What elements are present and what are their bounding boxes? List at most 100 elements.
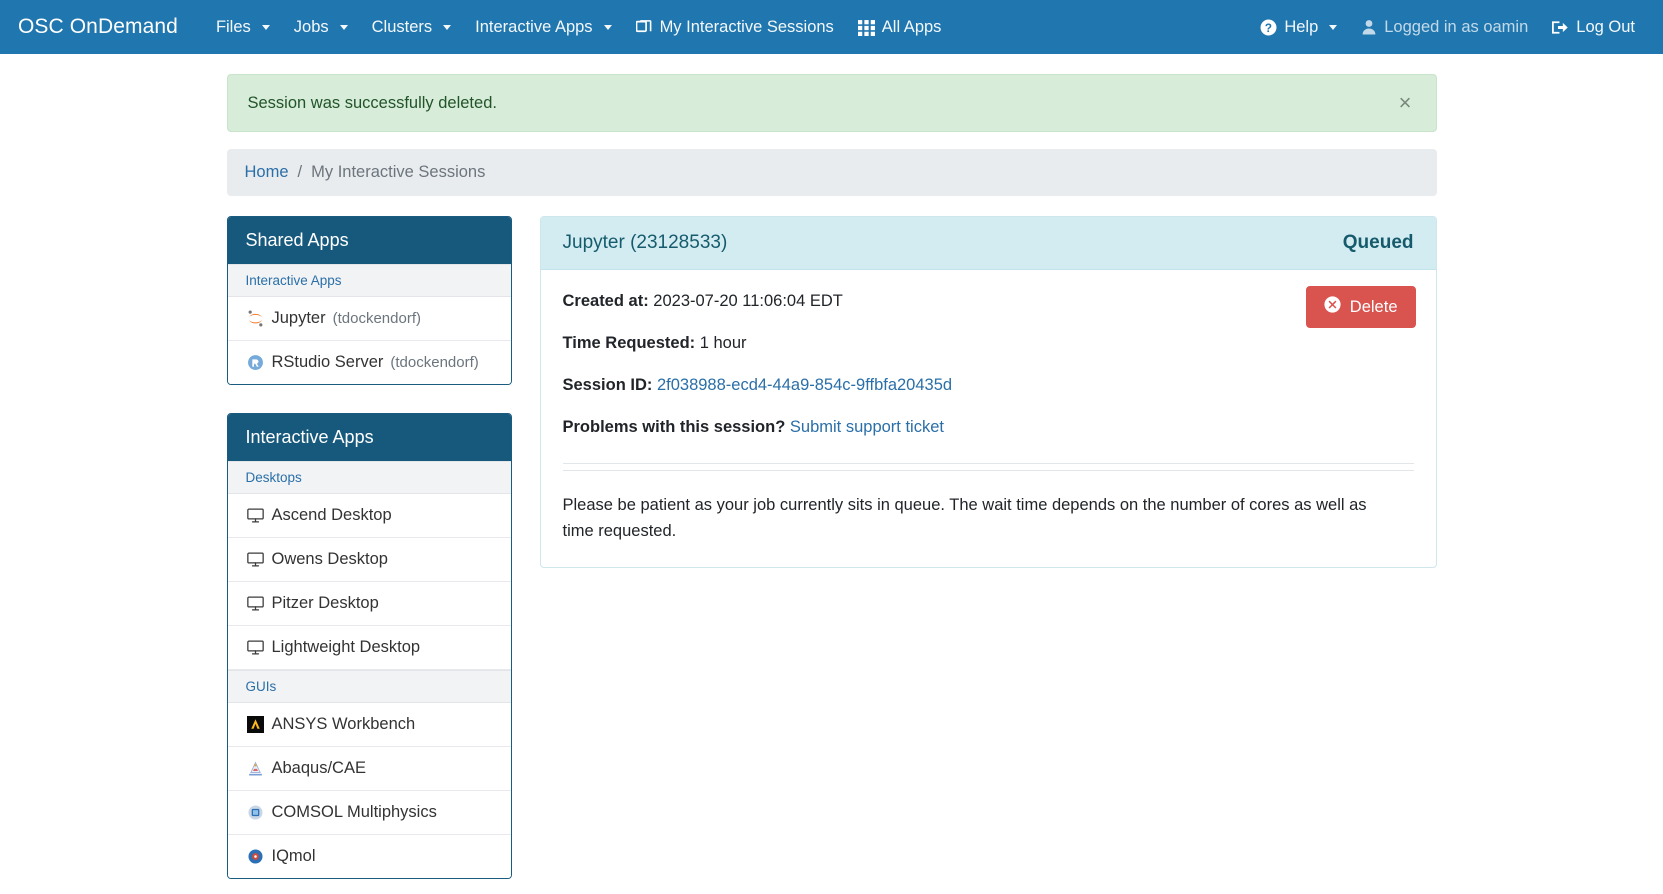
main-content: Jupyter (23128533) Queued Delete Created… bbox=[539, 216, 1437, 894]
chevron-down-icon bbox=[339, 24, 348, 30]
content-row: Shared Apps Interactive Apps Jupyter (td… bbox=[226, 216, 1437, 894]
ansys-icon bbox=[246, 715, 265, 734]
support-row: Problems with this session? Submit suppo… bbox=[563, 416, 1414, 439]
sidebar-item-pitzer-desktop[interactable]: Pitzer Desktop bbox=[227, 582, 511, 626]
sidebar-item-ascend-desktop[interactable]: Ascend Desktop bbox=[227, 494, 511, 538]
nav-item-all-apps[interactable]: All Apps bbox=[846, 10, 954, 45]
session-card-body: Delete Created at: 2023-07-20 11:06:04 E… bbox=[541, 270, 1436, 567]
sidebar-item-owens-desktop[interactable]: Owens Desktop bbox=[227, 538, 511, 582]
session-id-label: Session ID: bbox=[562, 376, 653, 395]
breadcrumb-item-current: My Interactive Sessions bbox=[311, 163, 486, 181]
nav-item-clusters[interactable]: Clusters bbox=[360, 10, 464, 45]
sidebar-owner-rstudio-shared: (tdockendorf) bbox=[390, 354, 479, 371]
success-alert: Session was successfully deleted. × bbox=[226, 74, 1437, 132]
time-requested-row: Time Requested: 1 hour bbox=[563, 332, 1414, 355]
interactive-apps-panel: Interactive Apps Desktops Ascend Desktop bbox=[226, 413, 512, 879]
nav-item-interactive-apps[interactable]: Interactive Apps bbox=[463, 10, 623, 45]
nav-label-logged-in-user: Logged in as oamin bbox=[1384, 17, 1529, 36]
close-circle-icon bbox=[1324, 296, 1341, 318]
sidebar-item-abaqus-cae[interactable]: Abaqus/CAE bbox=[227, 747, 511, 791]
shared-apps-panel: Shared Apps Interactive Apps Jupyter (td… bbox=[226, 216, 512, 385]
created-at-value: 2023-07-20 11:06:04 EDT bbox=[653, 292, 843, 310]
desktop-icon bbox=[246, 638, 265, 657]
interactive-apps-title: Interactive Apps bbox=[227, 414, 511, 461]
sidebar-label-comsol-multiphysics: COMSOL Multiphysics bbox=[271, 803, 437, 821]
page-container: Session was successfully deleted. × Home… bbox=[212, 74, 1452, 894]
sidebar-item-jupyter-shared[interactable]: Jupyter (tdockendorf) bbox=[227, 297, 511, 341]
sidebar-label-pitzer-desktop: Pitzer Desktop bbox=[271, 594, 379, 612]
sidebar-label-iqmol: IQmol bbox=[271, 847, 316, 865]
nav-item-help[interactable]: ? Help bbox=[1248, 10, 1349, 45]
breadcrumb-separator: / bbox=[297, 163, 303, 181]
sidebar-label-abaqus-cae: Abaqus/CAE bbox=[271, 759, 366, 777]
chevron-down-icon bbox=[443, 24, 452, 30]
delete-button[interactable]: Delete bbox=[1305, 286, 1416, 328]
chevron-down-icon bbox=[261, 24, 270, 30]
chevron-down-icon bbox=[1329, 24, 1338, 30]
nav-label-clusters: Clusters bbox=[371, 17, 433, 36]
sidebar-label-jupyter-shared: Jupyter bbox=[271, 309, 326, 327]
sidebar-item-iqmol[interactable]: IQmol bbox=[227, 835, 511, 878]
created-at-row: Created at: 2023-07-20 11:06:04 EDT bbox=[563, 290, 1414, 313]
navbar-left-menu: Files Jobs Clusters Interactive Apps My … bbox=[204, 10, 953, 45]
nav-item-jobs[interactable]: Jobs bbox=[282, 10, 360, 45]
desktop-icon bbox=[246, 594, 265, 613]
sidebar: Shared Apps Interactive Apps Jupyter (td… bbox=[226, 216, 512, 894]
sidebar-label-lightweight-desktop: Lightweight Desktop bbox=[271, 638, 421, 656]
nav-label-files: Files bbox=[215, 17, 251, 36]
sidebar-label-rstudio-shared: RStudio Server bbox=[271, 353, 384, 371]
user-icon bbox=[1361, 19, 1377, 35]
clone-icon bbox=[635, 19, 653, 36]
sidebar-label-ansys-workbench: ANSYS Workbench bbox=[271, 715, 416, 733]
svg-text:?: ? bbox=[1265, 21, 1272, 34]
main-navbar: OSC OnDemand Files Jobs Clusters Interac… bbox=[0, 0, 1663, 54]
brand-logo[interactable]: OSC OnDemand bbox=[18, 15, 178, 39]
desktop-icon bbox=[246, 550, 265, 569]
abaqus-icon bbox=[246, 759, 265, 778]
sidebar-label-owens-desktop: Owens Desktop bbox=[271, 550, 388, 568]
nav-item-files[interactable]: Files bbox=[204, 10, 282, 45]
sidebar-label-ascend-desktop: Ascend Desktop bbox=[271, 506, 392, 524]
nav-item-my-interactive-sessions[interactable]: My Interactive Sessions bbox=[624, 10, 846, 45]
time-requested-value: 1 hour bbox=[699, 334, 747, 353]
nav-label-help: Help bbox=[1284, 17, 1319, 36]
session-title: Jupyter (23128533) bbox=[562, 232, 728, 253]
nav-label-jobs: Jobs bbox=[293, 17, 329, 36]
sidebar-item-lightweight-desktop[interactable]: Lightweight Desktop bbox=[227, 626, 511, 670]
sidebar-item-rstudio-shared[interactable]: RStudio Server (tdockendorf) bbox=[227, 341, 511, 384]
session-id-link[interactable]: 2f038988-ecd4-44a9-854c-9ffbfa20435d bbox=[657, 376, 952, 394]
close-icon[interactable]: × bbox=[1395, 92, 1416, 114]
card-divider-bottom bbox=[562, 470, 1414, 472]
breadcrumb-item-home[interactable]: Home bbox=[245, 163, 289, 182]
navbar-right-menu: ? Help Logged in as oamin Log Out bbox=[1248, 10, 1647, 45]
nav-label-my-interactive-sessions: My Interactive Sessions bbox=[659, 17, 834, 36]
sidebar-owner-jupyter-shared: (tdockendorf) bbox=[332, 310, 421, 327]
shared-apps-subheader: Interactive Apps bbox=[227, 264, 511, 297]
comsol-icon bbox=[246, 803, 265, 822]
nav-label-interactive-apps: Interactive Apps bbox=[475, 17, 593, 36]
nav-label-log-out: Log Out bbox=[1576, 17, 1635, 36]
session-id-row: Session ID: 2f038988-ecd4-44a9-854c-9ffb… bbox=[563, 374, 1414, 397]
submit-support-ticket-link[interactable]: Submit support ticket bbox=[790, 418, 944, 436]
created-at-label: Created at: bbox=[562, 292, 649, 310]
session-card: Jupyter (23128533) Queued Delete Created… bbox=[539, 216, 1437, 568]
shared-apps-title: Shared Apps bbox=[227, 217, 511, 264]
queue-note: Please be patient as your job currently … bbox=[562, 496, 1367, 540]
chevron-down-icon bbox=[603, 24, 612, 30]
sidebar-item-ansys-workbench[interactable]: ANSYS Workbench bbox=[227, 703, 511, 747]
delete-button-label: Delete bbox=[1349, 297, 1398, 316]
iqmol-icon bbox=[246, 847, 265, 866]
card-divider-top bbox=[562, 463, 1414, 465]
question-circle-icon: ? bbox=[1260, 19, 1277, 36]
sign-out-icon bbox=[1552, 19, 1569, 36]
nav-item-log-out[interactable]: Log Out bbox=[1540, 10, 1647, 45]
rstudio-icon bbox=[246, 353, 265, 372]
status-badge: Queued bbox=[1342, 232, 1414, 253]
nav-item-logged-in-user: Logged in as oamin bbox=[1349, 10, 1540, 45]
desktop-icon bbox=[246, 506, 265, 525]
grid-icon bbox=[857, 19, 875, 36]
interactive-apps-subheader-guis: GUIs bbox=[227, 670, 511, 703]
alert-message: Session was successfully deleted. bbox=[247, 93, 497, 112]
sidebar-item-comsol-multiphysics[interactable]: COMSOL Multiphysics bbox=[227, 791, 511, 835]
nav-label-all-apps: All Apps bbox=[881, 17, 942, 36]
